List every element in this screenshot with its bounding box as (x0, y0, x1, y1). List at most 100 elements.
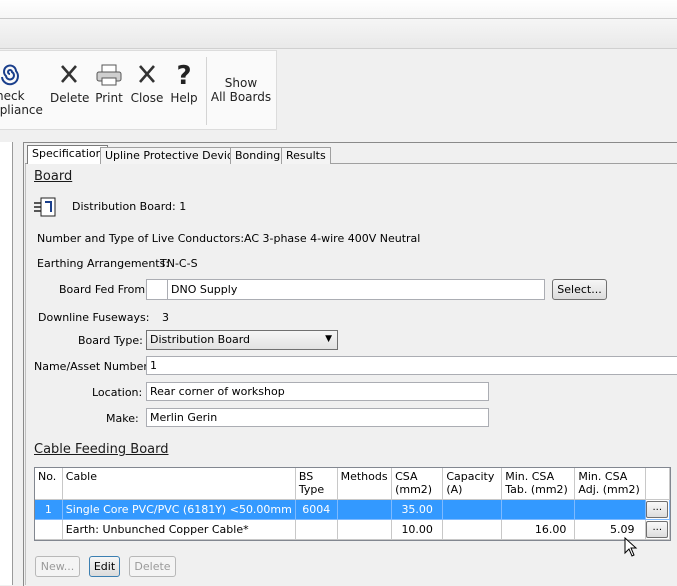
board-heading: Board (34, 169, 73, 184)
col-header-bs-type-l1: BS (298, 470, 314, 483)
printer-icon (91, 63, 127, 91)
cell-action: ... (645, 519, 670, 540)
cell-min-adj (574, 499, 646, 520)
col-header-min-tab-l1: Min. CSA (505, 470, 555, 483)
col-header-no[interactable]: No. (35, 468, 63, 500)
dropdown-arrow-icon: ▼ (325, 334, 332, 344)
tab-upline-protective-device[interactable]: Upline Protective Device (100, 147, 245, 164)
check-compliance-label-2: mpliance (0, 103, 43, 117)
col-header-capacity-l2: (A) (446, 483, 463, 496)
col-header-bs-type[interactable]: BS Type (295, 468, 338, 500)
cell-capacity (442, 519, 503, 540)
print-button[interactable]: Print (91, 63, 127, 105)
col-header-csa-l1: CSA (395, 470, 418, 483)
check-compliance-label-1: heck (0, 89, 25, 103)
name-asset-field[interactable]: 1 (146, 356, 677, 375)
top-divider (0, 18, 677, 19)
downline-label: Downline Fuseways: (38, 311, 150, 324)
col-header-min-adj-l1: Min. CSA (578, 470, 628, 483)
downline-value: 3 (162, 311, 169, 324)
earthing-value: TN-C-S (160, 257, 198, 270)
live-conductors-value: AC 3-phase 4-wire 400V Neutral (244, 232, 421, 245)
board-type-label: Board Type: (78, 334, 143, 347)
col-header-min-adj[interactable]: Min. CSA Adj. (mm2) (574, 468, 646, 500)
mouse-cursor-icon (624, 536, 638, 560)
select-button[interactable]: Select... (552, 279, 607, 300)
col-header-methods-text: Methods (340, 470, 388, 483)
earthing-label: Earthing Arrangements: (37, 257, 170, 270)
col-header-no-text: No. (38, 470, 57, 483)
print-label: Print (95, 91, 123, 105)
cell-min-tab: 16.00 (501, 519, 576, 540)
cell-action: ... (645, 499, 670, 520)
make-field[interactable]: Merlin Gerin (146, 408, 489, 427)
delete-label: Delete (50, 91, 90, 105)
col-header-min-tab[interactable]: Min. CSA Tab. (mm2) (501, 468, 576, 500)
col-header-capacity-l1: Capacity (446, 470, 495, 483)
cell-methods (337, 519, 393, 540)
board-name: Distribution Board: 1 (72, 200, 187, 213)
col-header-methods[interactable]: Methods (337, 468, 393, 500)
fed-from-field[interactable]: DNO Supply (167, 279, 545, 300)
col-header-capacity[interactable]: Capacity (A) (442, 468, 503, 500)
delete-row-button[interactable]: Delete (129, 556, 176, 577)
table-row[interactable]: Earth: Unbunched Copper Cable* 10.00 16.… (35, 519, 670, 540)
board-type-value: Distribution Board (150, 333, 250, 346)
board-type-select[interactable]: Distribution Board ▼ (146, 330, 338, 350)
col-header-cable-text: Cable (65, 470, 98, 483)
help-button[interactable]: ? Help (167, 63, 201, 105)
tab-results[interactable]: Results (281, 147, 331, 164)
cell-min-adj: 5.09 (574, 519, 646, 540)
col-header-csa[interactable]: CSA (mm2) (391, 468, 444, 500)
help-question-icon: ? (176, 61, 192, 91)
window-top-area (0, 0, 677, 49)
fed-from-icon-box (146, 279, 168, 300)
cell-csa: 35.00 (391, 499, 444, 520)
cell-no (35, 519, 63, 540)
cell-cable: Single Core PVC/PVC (6181Y) <50.00mm (62, 499, 296, 520)
fed-from-label: Board Fed From: (59, 283, 149, 296)
cell-capacity (442, 499, 503, 520)
row-ellipsis-button[interactable]: ... (646, 500, 669, 518)
tab-specification[interactable]: Specification (27, 145, 108, 164)
cell-min-tab (501, 499, 576, 520)
tab-bonding[interactable]: Bonding (230, 147, 286, 164)
col-header-csa-l2: (mm2) (395, 483, 433, 496)
show-all-boards-button[interactable]: Show All Boards (210, 76, 272, 104)
new-button[interactable]: New... (35, 556, 80, 577)
location-label: Location: (92, 386, 143, 399)
row-ellipsis-button[interactable]: ... (646, 520, 669, 538)
location-field[interactable]: Rear corner of workshop (146, 382, 489, 401)
col-header-min-tab-l2: Tab. (mm2) (505, 483, 568, 496)
close-button[interactable]: Close (129, 63, 165, 105)
help-label: Help (170, 91, 198, 105)
col-header-bs-type-l2: Type (298, 483, 325, 496)
cell-methods (337, 499, 393, 520)
col-header-cable[interactable]: Cable (62, 468, 296, 500)
make-label: Make: (106, 412, 139, 425)
live-conductors-label: Number and Type of Live Conductors: (37, 232, 245, 245)
col-header-min-adj-l2: Adj. (mm2) (578, 483, 640, 496)
cable-grid: No. Cable BS Type Methods CSA (mm2) Capaci… (34, 467, 671, 541)
cell-bs-type (295, 519, 338, 540)
close-x-icon (129, 63, 165, 91)
table-row[interactable]: 1 Single Core PVC/PVC (6181Y) <50.00mm 6… (35, 499, 670, 520)
cell-no: 1 (35, 499, 63, 520)
cell-cable: Earth: Unbunched Copper Cable* (62, 519, 296, 540)
table-header-row: No. Cable BS Type Methods CSA (mm2) Capaci… (35, 468, 670, 500)
board-icon (33, 197, 57, 220)
show-all-boards-label-2: All Boards (210, 90, 272, 104)
edit-button[interactable]: Edit (89, 556, 120, 577)
delete-x-icon (50, 63, 88, 91)
cable-heading: Cable Feeding Board (34, 442, 169, 457)
cell-csa: 10.00 (391, 519, 444, 540)
col-header-action (645, 468, 670, 500)
name-asset-label: Name/Asset Number: (34, 360, 152, 373)
delete-button[interactable]: Delete (50, 63, 90, 105)
cable-table: No. Cable BS Type Methods CSA (mm2) Capaci… (35, 468, 670, 540)
ribbon-toolbar: heck mpliance Delete Print Close ? Help … (0, 50, 277, 130)
spiral-icon (0, 61, 46, 89)
show-all-boards-label-1: Show (224, 76, 258, 90)
check-compliance-button[interactable]: heck mpliance (0, 61, 46, 117)
close-label: Close (130, 91, 164, 105)
